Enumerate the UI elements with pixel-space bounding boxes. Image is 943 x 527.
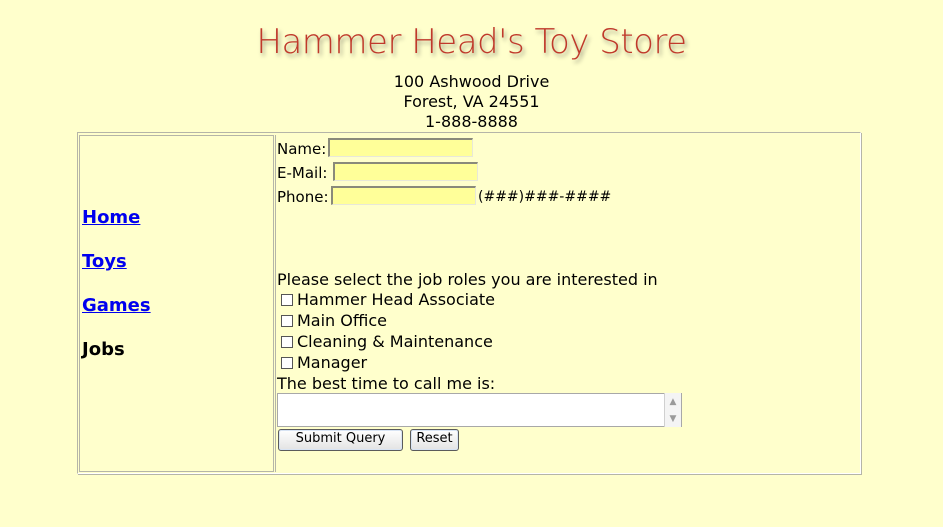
address-line-1: 100 Ashwood Drive — [393, 72, 550, 91]
nav-current-jobs: Jobs — [82, 339, 125, 360]
roles-prompt: Please select the job roles you are inte… — [277, 270, 658, 289]
phone-format-hint: (###)###-#### — [478, 189, 612, 205]
nav-link-toys[interactable]: Toys — [82, 251, 127, 272]
scroll-down-icon[interactable]: ▼ — [667, 413, 679, 425]
store-address: 100 Ashwood Drive Forest, VA 24551 1-888… — [0, 72, 943, 132]
address-line-2: Forest, VA 24551 — [403, 92, 540, 111]
name-label: Name: — [277, 140, 327, 158]
submit-button[interactable]: Submit Query — [278, 429, 403, 451]
role-checkbox-cleaning[interactable] — [281, 336, 293, 348]
email-input[interactable] — [333, 162, 478, 181]
store-title: Hammer Head's Toy Store — [256, 22, 687, 62]
nav-link-games[interactable]: Games — [82, 295, 151, 316]
role-checkbox-main-office[interactable] — [281, 315, 293, 327]
role-label-manager: Manager — [297, 353, 368, 372]
role-label-cleaning: Cleaning & Maintenance — [297, 332, 493, 351]
phone-input[interactable] — [331, 186, 476, 205]
role-checkbox-manager[interactable] — [281, 357, 293, 369]
name-input[interactable] — [328, 138, 473, 157]
role-label-main-office: Main Office — [297, 311, 387, 330]
call-time-textarea[interactable] — [277, 393, 682, 427]
role-label-associate: Hammer Head Associate — [297, 290, 496, 309]
email-label: E-Mail: — [277, 164, 328, 182]
scroll-up-icon[interactable]: ▲ — [667, 396, 679, 408]
call-time-label: The best time to call me is: — [277, 374, 496, 393]
reset-button[interactable]: Reset — [410, 429, 459, 451]
role-checkbox-associate[interactable] — [281, 294, 293, 306]
phone-label: Phone: — [277, 188, 329, 206]
store-phone: 1-888-8888 — [425, 112, 518, 131]
nav-link-home[interactable]: Home — [82, 207, 140, 228]
